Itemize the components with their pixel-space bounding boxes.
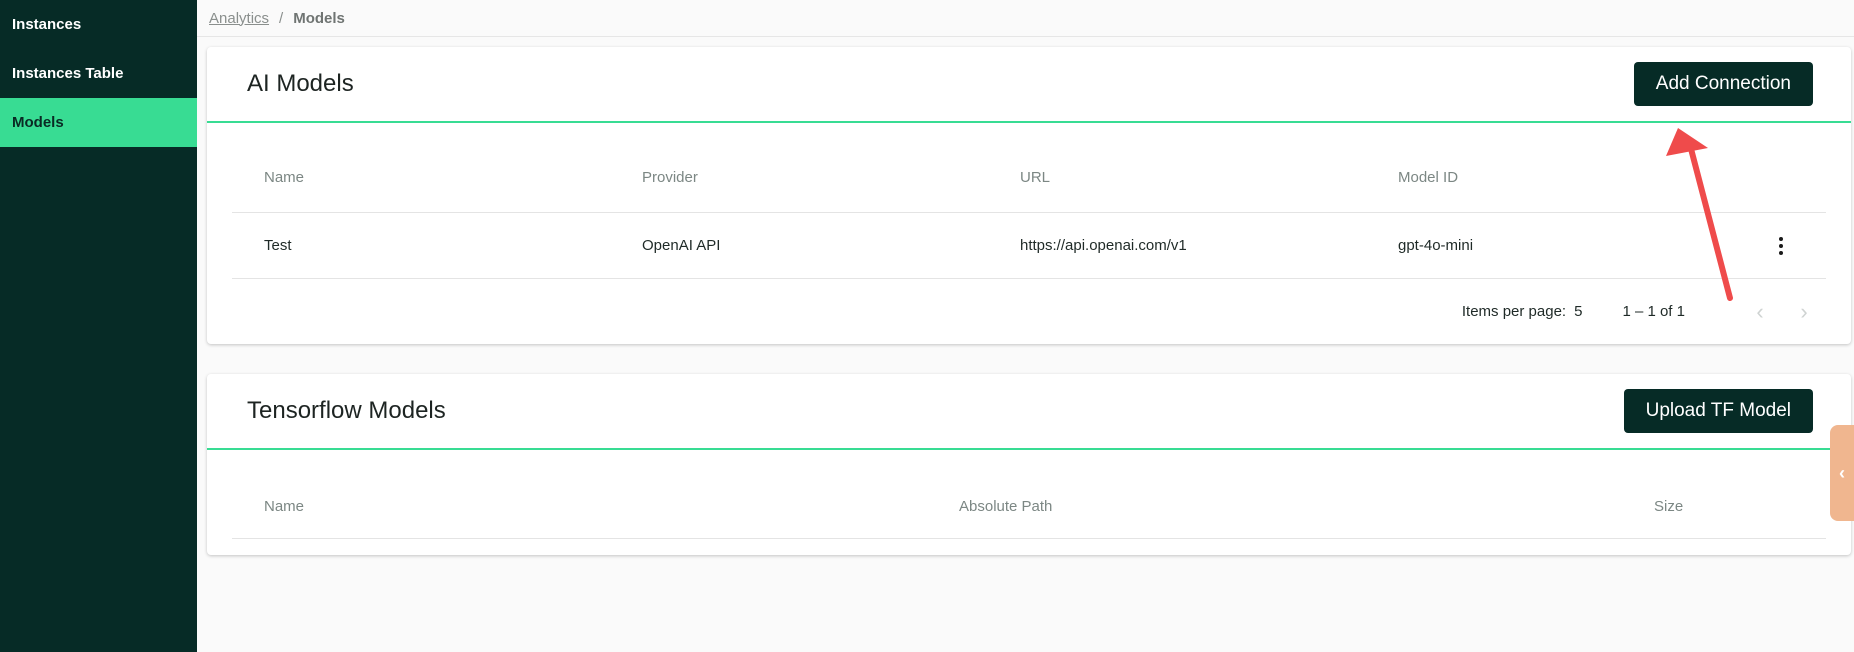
- ai-models-title: AI Models: [247, 70, 354, 97]
- cell-name: Test: [264, 237, 292, 254]
- paginator: Items per page: 5 1 – 1 of 1 ‹ ›: [207, 279, 1851, 344]
- sidebar-item-instances-table[interactable]: Instances Table: [0, 49, 197, 98]
- cell-actions: [1744, 236, 1826, 255]
- sidebar-item-models[interactable]: Models: [0, 98, 197, 147]
- cell-model-id: gpt-4o-mini: [1398, 237, 1474, 254]
- chevron-left-icon: ‹: [1839, 462, 1845, 483]
- column-header-absolute-path: Absolute Path: [959, 498, 1053, 515]
- ai-models-card: AI Models Add Connection Name Provider U…: [207, 47, 1851, 344]
- sidebar: Instances Instances Table Models: [0, 0, 197, 652]
- chevron-left-icon[interactable]: ‹: [1746, 299, 1774, 325]
- table-header-row: Name Absolute Path Size: [232, 475, 1826, 539]
- add-connection-button[interactable]: Add Connection: [1633, 62, 1813, 106]
- breadcrumb: Analytics / Models: [197, 0, 1854, 37]
- table-header-row: Name Provider URL Model ID: [232, 123, 1826, 213]
- column-header-model-id: Model ID: [1398, 169, 1459, 186]
- sidebar-item-instances[interactable]: Instances: [0, 0, 197, 49]
- column-header-name: Name: [264, 498, 305, 515]
- tensorflow-models-table: Name Absolute Path Size: [232, 450, 1826, 555]
- side-panel-toggle[interactable]: ‹: [1830, 425, 1854, 521]
- table-row[interactable]: Test OpenAI API https://api.openai.com/v…: [232, 213, 1826, 279]
- tensorflow-models-title: Tensorflow Models: [247, 397, 446, 424]
- items-per-page-label: Items per page:: [1461, 303, 1567, 320]
- tensorflow-models-header: Tensorflow Models Upload TF Model: [207, 374, 1851, 450]
- breadcrumb-separator: /: [279, 9, 284, 27]
- items-per-page-select[interactable]: 5: [1574, 303, 1582, 320]
- kebab-vertical-icon[interactable]: [1771, 236, 1791, 255]
- cell-provider: OpenAI API: [642, 237, 721, 254]
- cell-url: https://api.openai.com/v1: [1020, 237, 1187, 254]
- breadcrumb-current: Models: [293, 9, 345, 27]
- paginator-range: 1 – 1 of 1: [1622, 303, 1685, 320]
- tensorflow-models-card: Tensorflow Models Upload TF Model Name A…: [207, 374, 1851, 555]
- chevron-right-icon[interactable]: ›: [1790, 299, 1818, 325]
- column-header-name: Name: [264, 169, 305, 186]
- ai-models-header: AI Models Add Connection: [207, 47, 1851, 123]
- column-header-size: Size: [1654, 498, 1684, 515]
- upload-tf-model-button[interactable]: Upload TF Model: [1623, 389, 1813, 433]
- breadcrumb-link-analytics[interactable]: Analytics: [209, 10, 269, 27]
- main-content: Analytics / Models AI Models Add Connect…: [197, 0, 1854, 652]
- column-header-provider: Provider: [642, 169, 698, 186]
- column-header-url: URL: [1020, 169, 1051, 186]
- ai-models-table: Name Provider URL Model ID Test OpenAI A…: [232, 123, 1826, 279]
